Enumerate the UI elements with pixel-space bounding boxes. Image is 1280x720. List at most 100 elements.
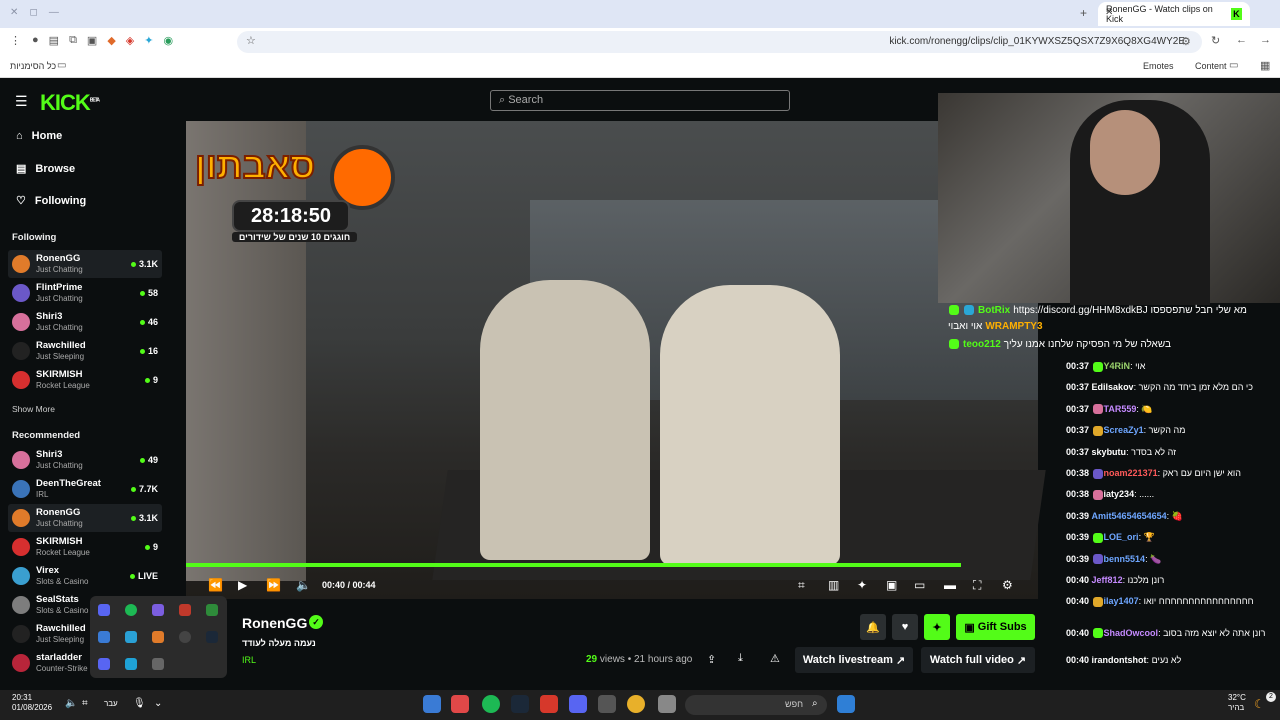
captions-icon[interactable]: ▭ [914,578,925,592]
sidebar-channel[interactable]: Shiri3 Just Chatting 46 [8,308,162,336]
nvidia-icon[interactable] [206,604,218,616]
kick-logo[interactable]: KICKBETA [40,90,100,116]
grid-icon[interactable] [98,631,110,643]
gift-subs-button[interactable]: ▣ Gift Subs [956,614,1035,640]
tray-app-icon[interactable] [152,631,164,643]
back-icon[interactable]: ← [1236,34,1247,46]
steam-app-icon[interactable] [511,695,529,713]
clip-category[interactable]: IRL [242,655,256,665]
steam-icon[interactable] [206,631,218,643]
extension-icon[interactable]: ⧉ [69,34,77,48]
volume-icon[interactable]: 🔈 [296,578,311,592]
sidebar-channel[interactable]: Rawchilled Just Sleeping 16 [8,337,162,365]
share-icon[interactable]: ⇪ [707,653,716,666]
crop-icon[interactable]: ⌗ [798,578,805,593]
chat-user[interactable]: ilay1407 [1104,596,1139,606]
pinned-user[interactable]: WRAMPTY3 [985,321,1042,332]
chat-user[interactable]: ScreaZy1 [1104,425,1144,435]
show-more-link[interactable]: Show More [12,404,55,414]
forward-icon[interactable]: ⏩ [266,578,281,592]
fullscreen-icon[interactable]: ⛶ [973,578,981,593]
chrome-app-icon[interactable] [627,695,645,713]
emotes-bookmark[interactable]: Emotes [1143,61,1174,71]
spotify-icon[interactable] [125,604,137,616]
chat-user[interactable]: LOE_ori [1104,532,1139,542]
sidebar-channel[interactable]: SKIRMISH Rocket League 9 [8,533,162,561]
pip-icon[interactable]: ▣ [886,578,897,592]
download-icon[interactable]: ⤓ [738,652,743,665]
pinned-user[interactable]: teoo212 [963,339,1001,350]
taskbar-app-icon[interactable] [540,695,558,713]
site-settings-icon[interactable]: ⚙ [1181,35,1191,48]
discord-icon[interactable] [98,658,110,670]
tray-app-icon[interactable] [152,604,164,616]
spotify-app-icon[interactable] [482,695,500,713]
settings-icon[interactable]: ⚙ [1002,578,1013,592]
sidebar-channel[interactable]: DeenTheGreat IRL 7.7K [8,475,162,503]
follow-heart-button[interactable]: ♥ [892,614,918,640]
chat-user[interactable]: TAR559 [1104,404,1137,414]
language-indicator[interactable]: עבר [104,699,118,708]
hamburger-menu-icon[interactable]: ☰ [15,93,28,110]
sidebar-channel[interactable]: SKIRMISH Rocket League 9 [8,366,162,394]
chat-user[interactable]: Jeff812 [1092,575,1123,585]
reload-icon[interactable]: ↻ [1211,34,1220,47]
extension-icon[interactable]: ▤ [49,34,59,48]
extension-icon[interactable]: ◉ [163,34,173,48]
volume-icon[interactable]: 🔈 [65,698,77,709]
clock[interactable]: 20:31 01/08/2026 [12,693,52,713]
active-tab[interactable]: RonenGG - Watch clips on Kick K [1098,2,1250,26]
chat-user[interactable]: Amit54654654654 [1092,511,1167,521]
extension-icon[interactable]: ✦ [144,34,153,48]
sparkle-icon[interactable]: ✦ [857,578,867,592]
forward-icon[interactable]: → [1260,34,1271,46]
telegram-app-icon[interactable] [451,695,469,713]
taskbar-app-icon[interactable] [423,695,441,713]
taskbar-app-icon[interactable] [598,695,616,713]
tray-app-icon[interactable] [125,658,137,670]
taskbar-search[interactable]: חפש [685,695,827,715]
chat-user[interactable]: irandontshot [1092,655,1147,665]
close-tab-icon[interactable]: ✕ [1105,7,1113,18]
chat-user[interactable]: iaty234 [1104,489,1135,499]
chat-user[interactable]: benn5514 [1104,554,1146,564]
sidebar-channel[interactable]: Shiri3 Just Chatting 49 [8,446,162,474]
nav-browse[interactable]: ▤ Browse [16,162,75,176]
chat-user[interactable]: skybutu [1092,447,1127,457]
bookmark-star-icon[interactable]: ☆ [246,34,256,47]
play-icon[interactable]: ▶ [238,578,247,592]
discord-app-icon[interactable] [569,695,587,713]
extension-icon[interactable]: ▣ [87,34,97,48]
url-text[interactable]: kick.com/ronengg/clips/clip_01KYWXSZ5QSX… [889,36,1185,47]
search-input[interactable]: ⌕ Search [490,90,790,111]
video-progress-bar[interactable] [186,563,962,567]
usb-icon[interactable] [152,658,164,670]
extensions-bar[interactable]: ● ▤ ⧉ ▣ ◆ ◈ ✦ ◉ [32,34,212,48]
chat-user[interactable]: ShadOwcool [1104,628,1159,638]
tray-app-icon[interactable] [98,604,110,616]
nav-home[interactable]: ⌂ Home [16,130,62,142]
network-icon[interactable]: ⌗ [82,698,88,709]
theater-icon[interactable]: ▬ [944,578,956,592]
extension-icon[interactable]: ◈ [126,34,134,48]
watch-livestream-button[interactable]: Watch livestream ↗ [795,647,913,673]
watch-full-video-button[interactable]: Watch full video ↗ [921,647,1035,673]
telegram-icon[interactable] [125,631,137,643]
new-tab-button[interactable]: + [1080,6,1087,20]
chevron-up-icon[interactable]: ⌄ [154,698,162,709]
apps-grid-icon[interactable]: ▦ [1260,59,1270,72]
sidebar-channel[interactable]: RonenGG Just Chatting 3.1K [8,250,162,278]
nav-following[interactable]: ♡ Following [16,194,86,208]
chat-user[interactable]: Y4RiN [1104,361,1131,371]
stats-icon[interactable]: ▥ [828,578,839,592]
sidebar-channel[interactable]: FlintPrime Just Chatting 58 [8,279,162,307]
window-controls[interactable]: ✕ ◻ — [10,7,59,18]
sidebar-channel[interactable]: RonenGG Just Chatting 3.1K [8,504,162,532]
content-bookmark[interactable]: Content [1195,61,1227,71]
notification-bell-button[interactable]: 🔔 [860,614,886,640]
extension-icon[interactable]: ● [32,34,39,48]
channel-name[interactable]: RonenGG [242,615,307,631]
extension-icon[interactable]: ◆ [107,34,115,48]
mic-icon[interactable] [179,604,191,616]
weather-widget[interactable]: 32°C בהיר [1228,693,1246,713]
